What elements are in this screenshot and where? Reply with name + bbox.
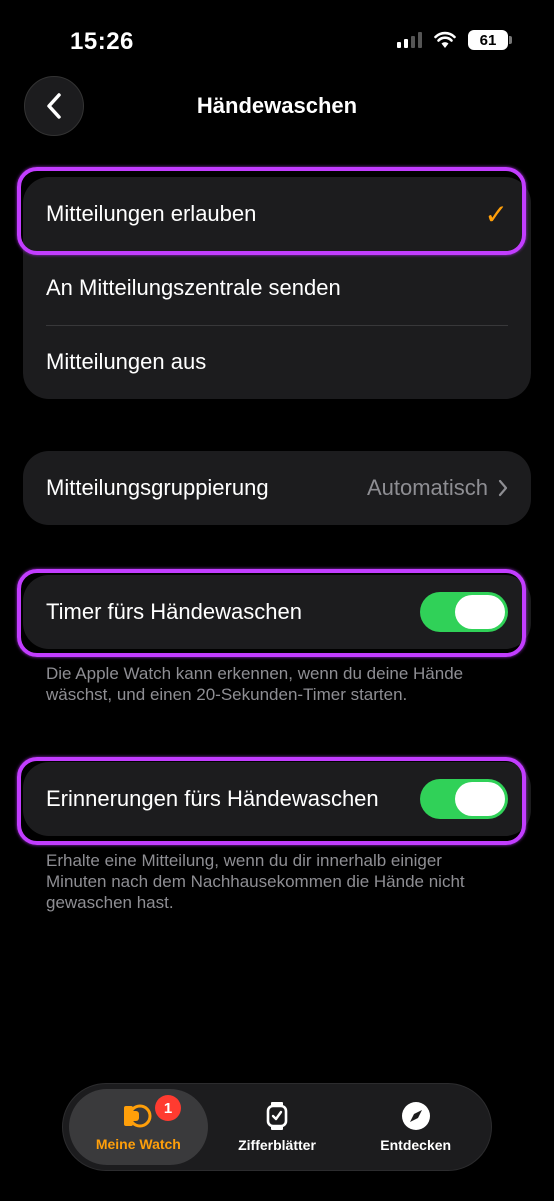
option-label: Mitteilungen aus xyxy=(46,349,207,374)
notification-grouping-row[interactable]: Mitteilungsgruppierung Automatisch xyxy=(23,451,531,525)
tab-label: Meine Watch xyxy=(95,1136,181,1152)
grouping-value-wrap: Automatisch xyxy=(367,475,508,501)
handwashing-timer-row: Timer fürs Händewaschen xyxy=(23,575,531,649)
timer-toggle[interactable] xyxy=(420,592,508,632)
toggle-knob xyxy=(455,595,505,629)
reminders-footnote: Erhalte eine Mitteilung, wenn du dir inn… xyxy=(46,851,465,912)
tab-label: Zifferblätter xyxy=(238,1137,316,1153)
tab-label: Entdecken xyxy=(380,1137,452,1153)
screen: 15:26 61 Händewaschen Mitteilungen erlau… xyxy=(0,0,554,1201)
checkmark-icon: ✓ xyxy=(484,198,508,230)
handwashing-reminders-row: Erinnerungen fürs Händewaschen xyxy=(23,762,531,836)
option-notifications-off[interactable]: Mitteilungen aus xyxy=(23,325,531,399)
status-icons: 61 xyxy=(397,30,512,50)
tab-watch-faces[interactable]: Zifferblätter xyxy=(208,1089,347,1165)
option-send-to-notification-center[interactable]: An Mitteilungszentrale senden xyxy=(23,251,531,325)
grouping-value: Automatisch xyxy=(366,475,488,500)
chevron-right-icon xyxy=(498,479,508,497)
toggle-knob xyxy=(455,782,505,816)
option-label: An Mitteilungszentrale senden xyxy=(46,275,341,300)
status-time: 15:26 xyxy=(70,28,134,55)
page-title: Händewaschen xyxy=(196,93,358,118)
grouping-group: Mitteilungsgruppierung Automatisch xyxy=(23,451,531,525)
reminders-group: Erinnerungen fürs Händewaschen xyxy=(23,762,531,836)
tab-my-watch[interactable]: Meine Watch 1 xyxy=(69,1089,208,1165)
compass-icon xyxy=(401,1102,430,1130)
timer-label: Timer fürs Händewaschen xyxy=(46,599,302,624)
timer-group: Timer fürs Händewaschen xyxy=(23,575,531,649)
notification-options-group: Mitteilungen erlauben ✓ An Mitteilungsze… xyxy=(23,177,531,399)
watch-icon xyxy=(124,1104,152,1128)
timer-footnote: Die Apple Watch kann erkennen, wenn du d… xyxy=(46,664,464,704)
battery-level: 61 xyxy=(479,31,497,49)
reminders-toggle[interactable] xyxy=(420,779,508,819)
option-label: Mitteilungen erlauben xyxy=(46,201,257,226)
grouping-label: Mitteilungsgruppierung xyxy=(46,475,269,500)
tab-bar: Meine Watch 1 Zifferblätter Entdecken xyxy=(62,1083,492,1171)
wifi-icon xyxy=(434,31,456,48)
notification-badge: 1 xyxy=(155,1095,181,1121)
tab-discover[interactable]: Entdecken xyxy=(346,1089,485,1165)
option-allow-notifications[interactable]: Mitteilungen erlauben ✓ xyxy=(23,177,531,251)
reminders-label: Erinnerungen fürs Händewaschen xyxy=(46,786,379,811)
battery-icon: 61 xyxy=(468,30,512,50)
cellular-signal-icon xyxy=(397,32,422,48)
watch-face-icon xyxy=(266,1102,288,1130)
